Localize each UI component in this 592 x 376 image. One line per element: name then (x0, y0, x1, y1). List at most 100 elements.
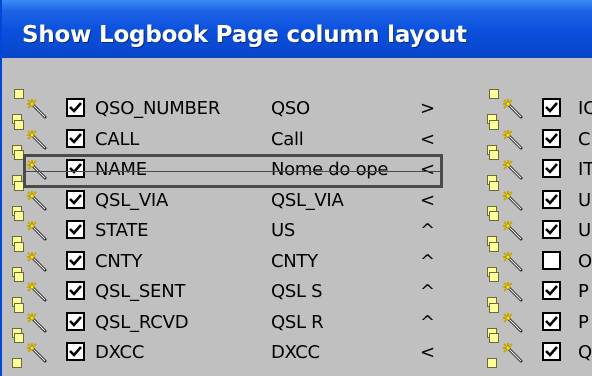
magic-wand-icon[interactable] (26, 312, 48, 334)
magic-wand-icon[interactable] (502, 312, 524, 334)
alignment-indicator[interactable]: < (420, 190, 435, 211)
resize-handle[interactable] (489, 119, 499, 130)
resize-handle[interactable] (14, 241, 24, 252)
column-visible-checkbox[interactable] (542, 250, 561, 270)
magic-wand-icon[interactable] (502, 129, 524, 151)
alignment-indicator[interactable]: < (420, 342, 435, 363)
column-header-label[interactable]: DXCC (271, 342, 320, 363)
column-row: STATE US ^ U (2, 211, 592, 248)
magic-wand-icon[interactable] (502, 220, 524, 242)
column-header-label[interactable]: QSL_VIA (271, 190, 344, 211)
alignment-indicator[interactable]: ^ (420, 281, 435, 302)
column-visible-checkbox[interactable] (66, 311, 85, 331)
resize-handle[interactable] (489, 302, 499, 313)
field-name: O (578, 250, 592, 272)
resize-handle[interactable] (14, 89, 24, 99)
column-layout-panel: QSO_NUMBER QSO > IC CALL Call < C NAME Nome d… (2, 58, 592, 376)
resize-handle[interactable] (489, 89, 499, 99)
column-layout-window: Show Logbook Page column layout QSO_NUMB… (0, 0, 592, 376)
column-row: QSO_NUMBER QSO > IC (2, 89, 592, 126)
column-visible-checkbox[interactable] (542, 159, 561, 178)
field-name: P (578, 281, 589, 302)
column-visible-checkbox[interactable] (66, 98, 85, 117)
magic-wand-icon[interactable] (502, 251, 524, 273)
magic-wand-icon[interactable] (26, 190, 48, 212)
column-visible-checkbox[interactable] (66, 189, 85, 209)
alignment-indicator[interactable]: ^ (420, 251, 435, 272)
column-visible-checkbox[interactable] (542, 189, 561, 209)
column-visible-checkbox[interactable] (542, 128, 561, 148)
column-visible-checkbox[interactable] (66, 281, 85, 300)
field-name: P (578, 311, 589, 333)
magic-wand-icon[interactable] (502, 281, 524, 303)
column-visible-checkbox[interactable] (542, 220, 561, 239)
title-bar[interactable]: Show Logbook Page column layout (2, 0, 592, 58)
field-name: QSO_NUMBER (95, 98, 221, 119)
column-row: DXCC DXCC < Q (2, 333, 592, 370)
resize-handle[interactable] (489, 150, 499, 160)
column-visible-checkbox[interactable] (66, 128, 85, 148)
resize-handle[interactable] (489, 272, 499, 282)
resize-handle[interactable] (489, 241, 499, 252)
resize-handle[interactable] (14, 333, 24, 343)
alignment-indicator[interactable]: ^ (420, 312, 435, 333)
column-row: NAME Nome do ope < IT (2, 150, 592, 187)
column-visible-checkbox[interactable] (542, 98, 561, 117)
magic-wand-icon[interactable] (26, 129, 48, 151)
resize-handle[interactable] (14, 272, 24, 282)
resize-handle[interactable] (489, 333, 499, 343)
magic-wand-icon[interactable] (502, 190, 524, 212)
column-visible-checkbox[interactable] (542, 342, 561, 361)
resize-handle[interactable] (489, 211, 499, 221)
column-visible-checkbox[interactable] (66, 342, 85, 361)
magic-wand-icon[interactable] (502, 159, 524, 181)
field-name: U (578, 220, 592, 241)
column-header-label[interactable]: QSL R (271, 312, 324, 333)
column-visible-checkbox[interactable] (66, 159, 85, 178)
magic-wand-icon[interactable] (26, 251, 48, 273)
magic-wand-icon[interactable] (502, 98, 524, 120)
magic-wand-icon[interactable] (26, 342, 48, 364)
column-row: CNTY CNTY ^ O (2, 241, 592, 279)
resize-handle[interactable] (14, 119, 24, 130)
alignment-indicator[interactable]: < (420, 129, 435, 150)
field-name: IT (578, 159, 592, 180)
resize-handle[interactable] (14, 302, 24, 313)
magic-wand-icon[interactable] (502, 342, 524, 364)
resize-handle[interactable] (14, 150, 24, 160)
column-visible-checkbox[interactable] (66, 220, 85, 239)
magic-wand-icon[interactable] (26, 220, 48, 242)
field-name: IC (578, 98, 592, 119)
column-visible-checkbox[interactable] (542, 311, 561, 331)
field-name: QSL_VIA (95, 189, 169, 211)
column-visible-checkbox[interactable] (66, 250, 85, 270)
field-name: STATE (95, 220, 149, 241)
resize-handle[interactable] (487, 358, 497, 368)
resize-handle[interactable] (489, 180, 499, 191)
column-header-label[interactable]: CNTY (271, 251, 318, 272)
alignment-indicator[interactable]: ^ (420, 220, 435, 241)
column-header-label[interactable]: Call (271, 129, 304, 150)
window-title: Show Logbook Page column layout (22, 22, 467, 48)
column-row: QSL_VIA QSL_VIA < U (2, 180, 592, 218)
column-header-label[interactable]: QSL S (271, 281, 323, 302)
field-name: DXCC (95, 342, 145, 363)
column-header-label[interactable]: Nome do ope (271, 159, 388, 180)
column-visible-checkbox[interactable] (542, 281, 561, 300)
alignment-indicator[interactable]: < (420, 159, 435, 180)
field-name: NAME (95, 159, 147, 180)
column-row: QSL_SENT QSL S ^ P (2, 272, 592, 309)
field-name: CALL (95, 128, 140, 150)
column-header-label[interactable]: QSO (271, 98, 310, 119)
field-name: CNTY (95, 250, 143, 272)
magic-wand-icon[interactable] (26, 281, 48, 303)
resize-handle[interactable] (14, 180, 24, 191)
field-name: C (578, 128, 591, 150)
resize-handle[interactable] (14, 211, 24, 221)
resize-handle[interactable] (12, 358, 22, 368)
magic-wand-icon[interactable] (26, 98, 48, 120)
field-name: U (578, 189, 592, 211)
column-header-label[interactable]: US (271, 220, 295, 241)
magic-wand-icon[interactable] (26, 159, 48, 181)
alignment-indicator[interactable]: > (420, 98, 435, 119)
